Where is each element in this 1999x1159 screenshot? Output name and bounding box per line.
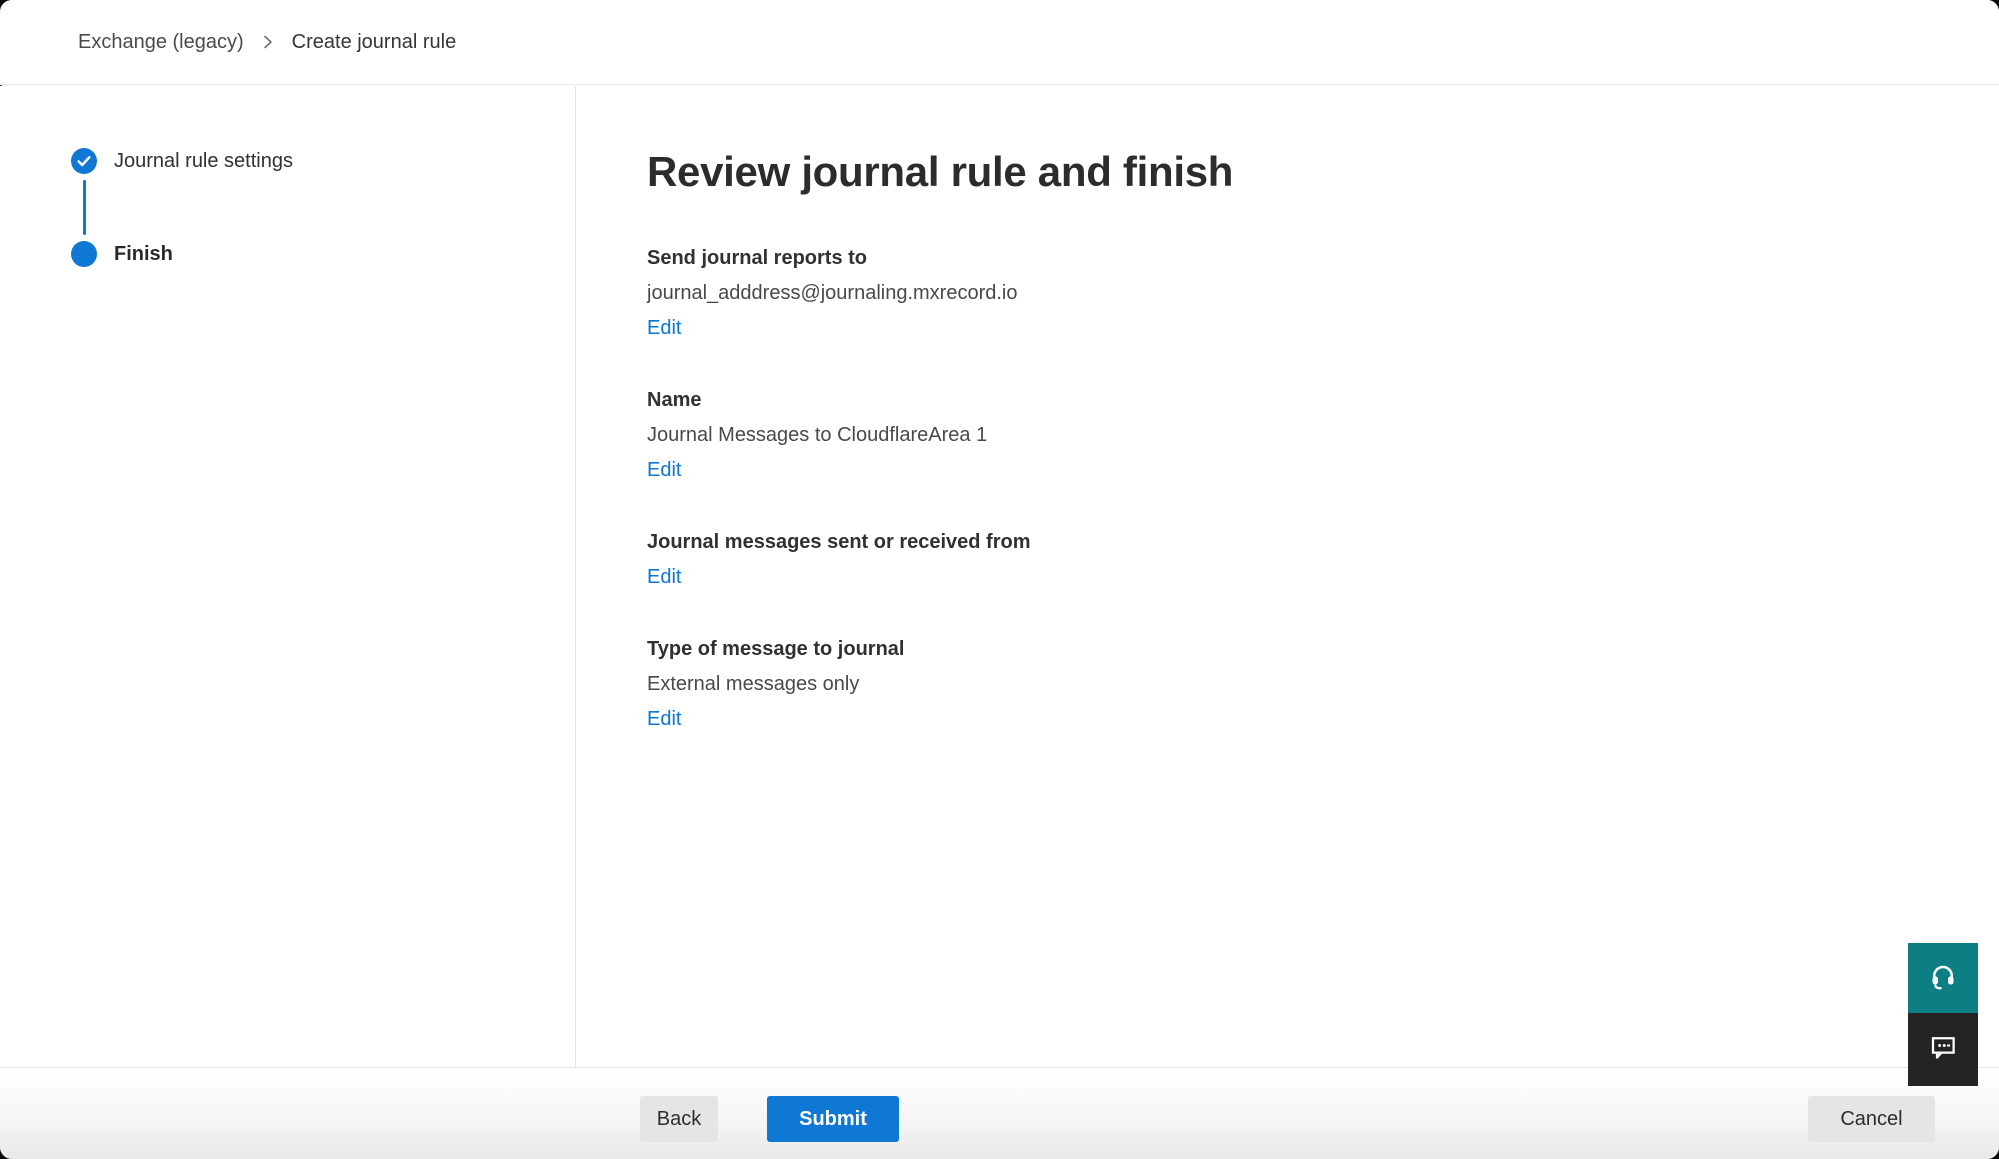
step-current-dot-icon	[71, 241, 97, 267]
review-content-area: Review journal rule and finish Send jour…	[577, 86, 1999, 1067]
wizard-step-journal-rule-settings[interactable]: Journal rule settings	[71, 148, 575, 174]
headset-icon	[1928, 961, 1958, 996]
back-button[interactable]: Back	[640, 1096, 718, 1142]
section-value: Journal Messages to CloudflareArea 1	[647, 421, 1999, 449]
step-connector-line	[83, 180, 86, 235]
edit-send-journal-reports-link[interactable]: Edit	[647, 314, 681, 342]
top-header-bar: Exchange (legacy) Create journal rule	[0, 0, 1999, 85]
step-completed-check-icon	[71, 148, 97, 174]
help-button[interactable]	[1908, 943, 1978, 1013]
review-section-journal-messages: Journal messages sent or received from E…	[647, 528, 1999, 591]
feedback-button[interactable]	[1908, 1013, 1978, 1086]
wizard-step-label: Journal rule settings	[114, 150, 293, 173]
edit-journal-messages-link[interactable]: Edit	[647, 563, 681, 591]
review-section-name: Name Journal Messages to CloudflareArea …	[647, 386, 1999, 484]
breadcrumb-link-exchange-legacy[interactable]: Exchange (legacy)	[78, 31, 244, 54]
exchange-admin-window: Exchange (legacy) Create journal rule Jo…	[0, 0, 1999, 1159]
wizard-step-finish[interactable]: Finish	[71, 241, 575, 267]
wizard-step-label: Finish	[114, 243, 173, 266]
chevron-right-icon	[260, 34, 276, 50]
review-section-message-type: Type of message to journal External mess…	[647, 635, 1999, 733]
review-section-send-journal-reports: Send journal reports to journal_adddress…	[647, 244, 1999, 342]
breadcrumb: Exchange (legacy) Create journal rule	[78, 31, 456, 54]
section-label: Type of message to journal	[647, 635, 1999, 663]
feedback-icon	[1928, 1032, 1958, 1067]
edit-name-link[interactable]: Edit	[647, 456, 681, 484]
breadcrumb-current-create-journal-rule: Create journal rule	[292, 31, 457, 54]
edit-message-type-link[interactable]: Edit	[647, 705, 681, 733]
section-label: Send journal reports to	[647, 244, 1999, 272]
section-value: journal_adddress@journaling.mxrecord.io	[647, 279, 1999, 307]
section-value: External messages only	[647, 670, 1999, 698]
cancel-button[interactable]: Cancel	[1808, 1096, 1935, 1142]
submit-button[interactable]: Submit	[767, 1096, 899, 1142]
section-label: Name	[647, 386, 1999, 414]
wizard-steps-panel: Journal rule settings Finish	[0, 86, 576, 1067]
footer-action-bar: Back Submit Cancel	[0, 1067, 1999, 1159]
page-title: Review journal rule and finish	[647, 146, 1999, 198]
section-label: Journal messages sent or received from	[647, 528, 1999, 556]
